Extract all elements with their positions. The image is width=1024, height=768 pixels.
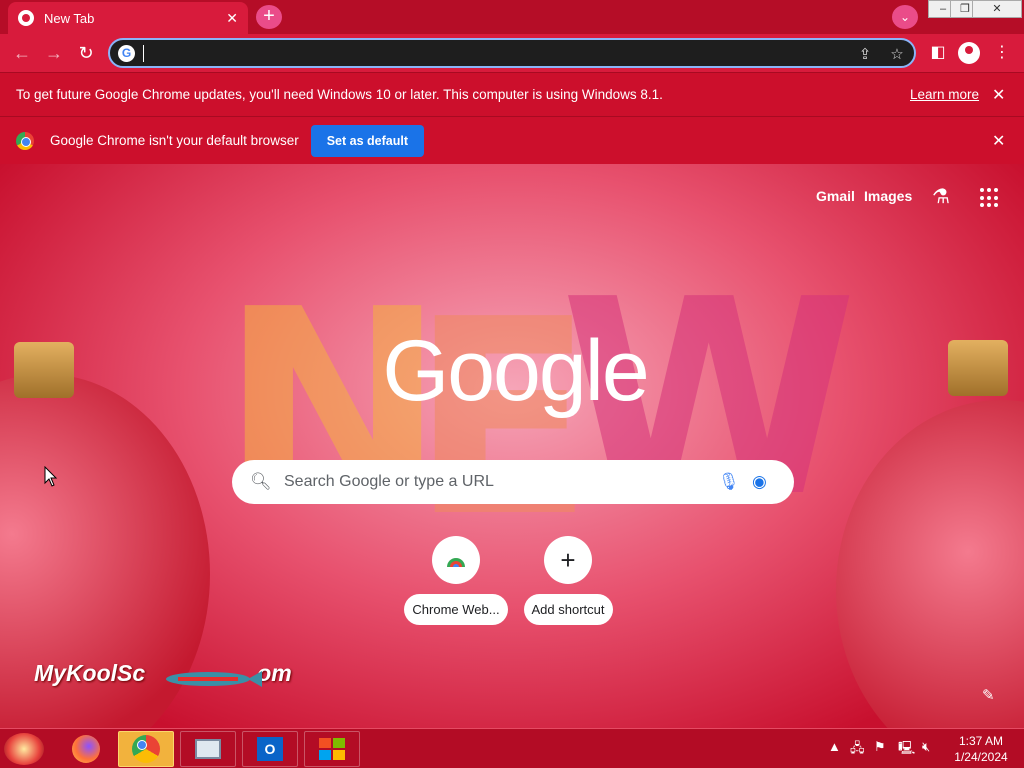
text-cursor: [143, 45, 144, 62]
menu-icon[interactable]: ⋮: [990, 42, 1014, 64]
taskbar-chrome[interactable]: [118, 731, 174, 767]
show-hidden-icons[interactable]: ▲: [828, 739, 841, 754]
images-link[interactable]: Images: [864, 188, 912, 204]
action-center-flag-icon[interactable]: ⚑: [874, 739, 886, 755]
chrome-favicon-icon: [18, 10, 34, 26]
firefox-icon: [72, 735, 100, 763]
taskbar-firefox[interactable]: [58, 731, 114, 767]
volume-muted-icon[interactable]: 🔇︎: [922, 739, 930, 755]
taskbar-outlook[interactable]: O: [242, 731, 298, 767]
shortcut-chrome-web-store[interactable]: Chrome Web...: [401, 536, 511, 630]
default-browser-infobar: Google Chrome isn't your default browser…: [0, 116, 1024, 164]
learn-more-link[interactable]: Learn more: [910, 87, 979, 102]
new-tab-button[interactable]: +: [256, 5, 282, 29]
system-monitor-icon: [195, 739, 221, 759]
clock-date: 1/24/2024: [954, 750, 1008, 764]
start-button[interactable]: [4, 733, 44, 765]
tab-strip: New Tab ✕ + ⌄ – ❐ ✕: [0, 0, 1024, 34]
forward-icon[interactable]: →: [42, 42, 66, 64]
google-apps-icon[interactable]: [980, 188, 1000, 208]
network-icon[interactable]: 🖳: [898, 739, 915, 761]
close-infobar-icon[interactable]: ✕: [992, 85, 1005, 105]
tab-close-icon[interactable]: ✕: [226, 10, 238, 27]
back-icon[interactable]: ←: [10, 42, 34, 64]
ornament-cap-right: [948, 340, 1008, 396]
fish-graphic: [166, 671, 262, 687]
bookmark-star-icon[interactable]: ☆: [886, 44, 908, 66]
clock-time: 1:37 AM: [958, 734, 1004, 748]
search-icon: 🔍︎: [250, 472, 272, 491]
update-message: To get future Google Chrome updates, you…: [16, 87, 663, 102]
taskbar-system-monitor[interactable]: [180, 731, 236, 767]
close-window-button[interactable]: ✕: [972, 0, 1022, 18]
set-as-default-button[interactable]: Set as default: [310, 124, 424, 157]
gmail-link[interactable]: Gmail: [816, 188, 855, 204]
outlook-icon: O: [257, 737, 283, 761]
search-box[interactable]: 🔍︎ 🎙︎ ◉: [232, 460, 794, 504]
shortcut-label: Chrome Web...: [404, 594, 508, 625]
chrome-web-store-icon: [432, 536, 480, 584]
voice-search-icon[interactable]: 🎙︎: [718, 472, 740, 492]
tab-title: New Tab: [44, 10, 95, 26]
default-browser-message: Google Chrome isn't your default browser: [50, 133, 299, 148]
system-clock[interactable]: 1:37 AM 1/24/2024: [948, 733, 1014, 765]
reload-icon[interactable]: ↻: [74, 42, 98, 64]
tab-new-tab[interactable]: New Tab ✕: [8, 2, 248, 34]
windows-taskbar: O ▲ 🖧 ⚑ 🖳 🔇︎ 1:37 AM 1/24/2024: [0, 728, 1024, 768]
lens-search-icon[interactable]: ◉: [752, 472, 767, 492]
network-computer-icon[interactable]: 🖧: [850, 739, 865, 761]
ornament-right: [836, 400, 1024, 728]
share-icon[interactable]: ⇪: [854, 44, 876, 66]
search-input[interactable]: [284, 460, 714, 504]
ornament-cap-left: [14, 342, 74, 398]
address-bar[interactable]: G ⇪ ☆: [108, 38, 916, 68]
add-shortcut-button[interactable]: + Add shortcut: [513, 536, 623, 630]
taskbar-windows-app[interactable]: [304, 731, 360, 767]
chrome-logo-icon: [16, 131, 34, 150]
windows-flag-icon: [319, 738, 345, 760]
update-infobar: To get future Google Chrome updates, you…: [0, 72, 1024, 116]
customize-pencil-icon[interactable]: ✎: [982, 686, 995, 704]
browser-toolbar: ← → ↻ G ⇪ ☆ ◧ ⋮: [0, 34, 1024, 72]
plus-icon: +: [544, 536, 592, 584]
side-panel-icon[interactable]: ◧: [926, 42, 950, 64]
mouse-cursor-icon: [44, 466, 58, 487]
google-logo: Google: [382, 323, 649, 419]
close-infobar-icon[interactable]: ✕: [992, 131, 1005, 151]
google-g-icon: G: [118, 45, 135, 62]
profile-icon[interactable]: [958, 42, 980, 64]
labs-flask-icon[interactable]: ⚗: [932, 184, 950, 209]
new-tab-page: N E W Gmail Images ⚗ Google 🔍︎ 🎙︎ ◉ Chro…: [0, 164, 1024, 728]
chrome-icon: [132, 735, 160, 763]
tab-search-button[interactable]: ⌄: [892, 5, 918, 29]
shortcut-label: Add shortcut: [523, 594, 613, 625]
